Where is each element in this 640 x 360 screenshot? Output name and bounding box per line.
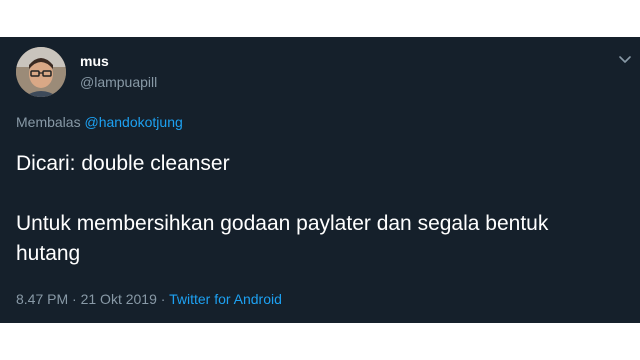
tweet-text: Dicari: double cleanser Untuk membersihk… [16,149,616,269]
author-handle[interactable]: @lampuapill [80,74,157,90]
separator: · [160,291,166,307]
avatar[interactable] [16,47,66,97]
reply-mention-link[interactable]: @handokotjung [84,114,182,130]
author-name[interactable]: mus [80,53,109,69]
separator: · [72,291,77,307]
tweet-time[interactable]: 8.47 PM [16,291,68,307]
tweet-text-line: Dicari: double cleanser [16,152,230,175]
chevron-down-icon[interactable] [618,52,632,66]
tweet-card: mus @lampuapill Membalas @handokotjung D… [0,37,640,323]
reply-prefix: Membalas [16,114,81,130]
tweet-date[interactable]: 21 Okt 2019 [81,291,157,307]
tweet-source-link[interactable]: Twitter for Android [169,291,282,307]
tweet-text-line: Untuk membersihkan godaan paylater dan s… [16,212,549,265]
tweet-metadata: 8.47 PM · 21 Okt 2019 · Twitter for Andr… [16,291,282,307]
reply-context: Membalas @handokotjung [16,114,183,130]
